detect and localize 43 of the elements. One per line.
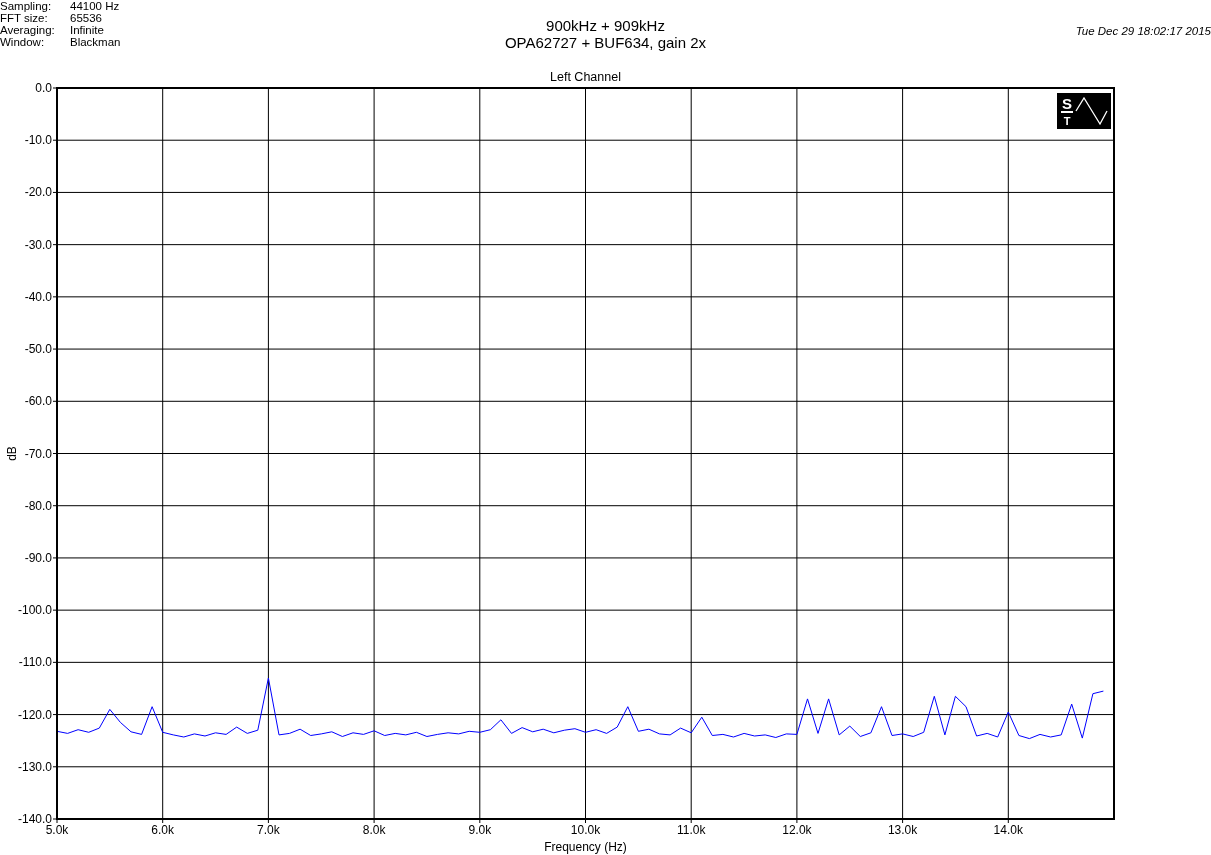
axis-tick-label: -60.0 <box>24 394 52 409</box>
logo-letter: T <box>1063 115 1071 127</box>
info-label: Averaging: <box>0 24 56 36</box>
timestamp: Tue Dec 29 18:02:17 2015 <box>1075 24 1211 39</box>
axis-title: dB <box>5 446 19 461</box>
axis-tick-label: -50.0 <box>24 342 52 357</box>
chart-heading: OPA62727 + BUF634, gain 2x <box>504 34 707 51</box>
logo-background <box>1057 93 1111 129</box>
info-value: 65536 <box>70 12 103 24</box>
axis-tick-label: -140.0 <box>17 812 52 826</box>
axis-title: Frequency (Hz) <box>544 840 627 854</box>
axis-tick-label: 6.0k <box>151 823 175 837</box>
info-value: 44100 Hz <box>70 0 121 12</box>
info-label: Window: <box>0 36 46 48</box>
axis-tick-label: 0.0 <box>35 81 52 95</box>
axis-tick-label: 9.0k <box>468 823 492 837</box>
info-label: FFT size: <box>0 12 49 24</box>
axis-tick-label: -30.0 <box>24 237 52 252</box>
chart-title: Left Channel <box>550 70 621 84</box>
chart-heading: 900kHz + 909kHz <box>546 17 665 34</box>
axis-tick-label: 13.0k <box>887 823 918 837</box>
axis-tick-label: 10.0k <box>570 823 601 837</box>
axis-tick-label: -100.0 <box>17 603 52 618</box>
info-value: Blackman <box>70 36 122 48</box>
sine-wave-icon <box>1075 96 1108 126</box>
axis-tick-label: 14.0k <box>993 823 1023 837</box>
axis-tick-label: 11.0k <box>676 823 706 837</box>
axis-tick-label: -130.0 <box>17 759 52 774</box>
axis-tick-label: -20.0 <box>24 185 52 200</box>
axis-tick-label: -110.0 <box>18 655 52 670</box>
axis-tick-label: 12.0k <box>782 823 812 837</box>
axis-tick-label: 5.0k <box>45 823 69 837</box>
axis-tick-label: 7.0k <box>257 823 280 837</box>
logo-letter: S <box>1062 95 1072 112</box>
info-value: Infinite <box>70 24 105 36</box>
axis-tick-label: -120.0 <box>17 707 52 722</box>
axis-tick-label: 8.0k <box>362 823 386 837</box>
axis-tick-label: -40.0 <box>24 289 52 304</box>
info-label: Sampling: <box>0 0 53 12</box>
axis-tick-label: -80.0 <box>24 498 52 513</box>
axis-tick-label: -90.0 <box>24 550 52 565</box>
axis-tick-label: -70.0 <box>24 446 52 461</box>
axis-tick-label: -10.0 <box>24 133 52 148</box>
